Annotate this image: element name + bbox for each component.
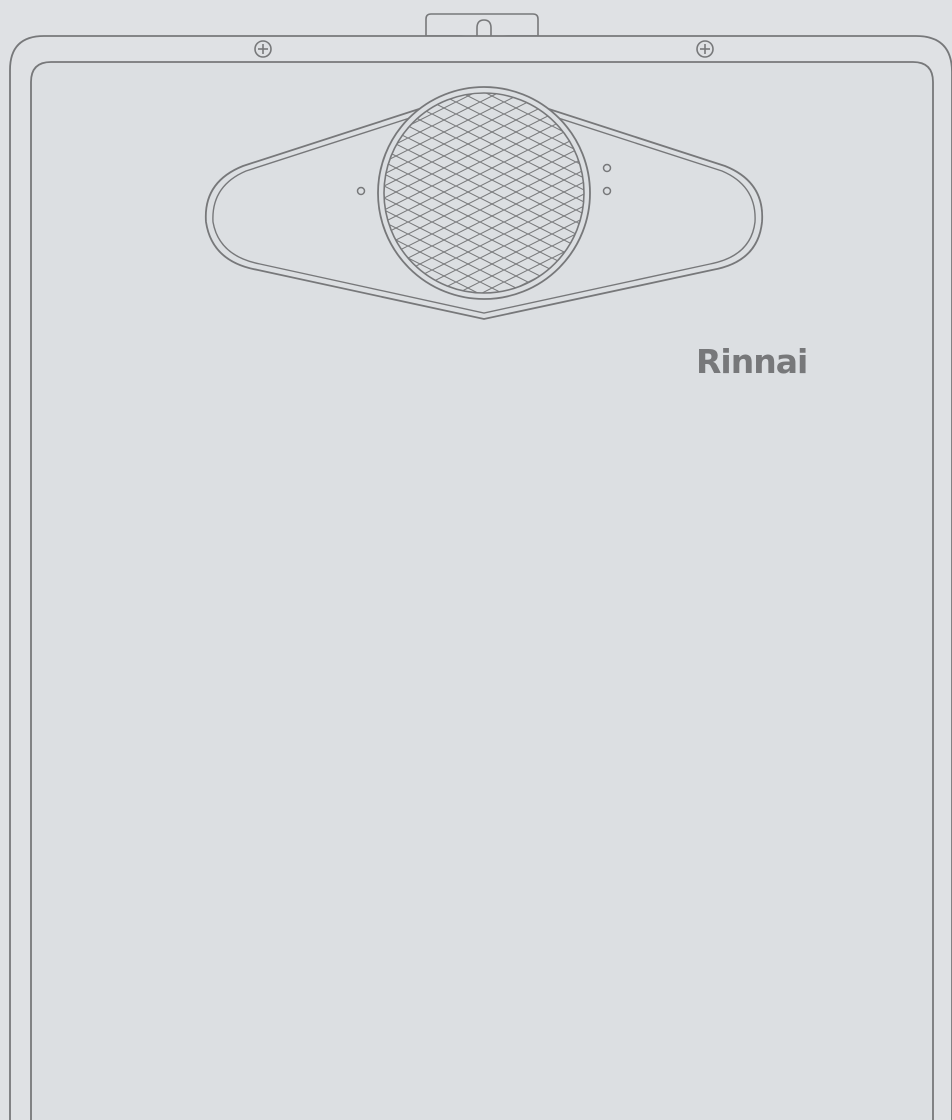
grille-icon (377, 86, 591, 300)
water-heater-illustration: Rinnai (0, 0, 952, 1120)
brand-logo: Rinnai (696, 342, 807, 381)
